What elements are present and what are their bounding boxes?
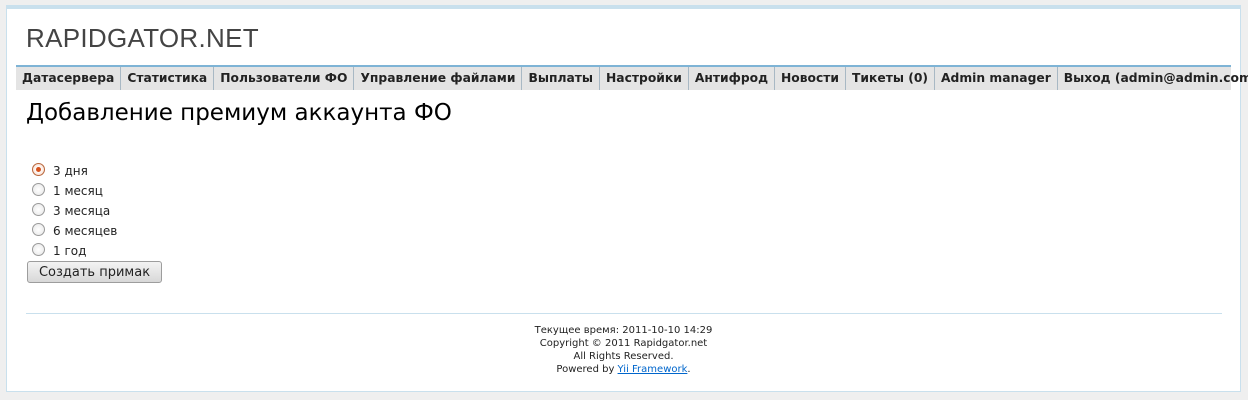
menu-item-dataservers[interactable]: Датасервера <box>16 67 122 90</box>
menu-item-news[interactable]: Новости <box>775 67 847 90</box>
main-menu: Датасервера Статистика Пользователи ФО У… <box>16 67 1248 90</box>
site-logo[interactable]: RAPIDGATOR.NET <box>26 23 259 54</box>
radio-label[interactable]: 3 дня <box>53 164 88 178</box>
radio-button[interactable] <box>32 242 45 256</box>
page-title: Добавление премиум аккаунта ФО <box>26 100 452 126</box>
menu-item-logout[interactable]: Выход (admin@admin.com) <box>1058 67 1248 90</box>
period-radio-group: 3 дня 1 месяц 3 месяца 6 месяцев 1 год <box>32 159 117 259</box>
footer-current-time: Текущее время: 2011-10-10 14:29 <box>534 325 713 336</box>
menu-item-file-management[interactable]: Управление файлами <box>354 67 523 90</box>
radio-label[interactable]: 1 месяц <box>53 184 103 198</box>
footer-copyright: Copyright © 2011 Rapidgator.net <box>539 338 708 349</box>
radio-option-3-months[interactable]: 3 месяца <box>32 199 117 219</box>
menu-item-users[interactable]: Пользователи ФО <box>214 67 355 90</box>
radio-label[interactable]: 1 год <box>53 244 86 258</box>
create-premium-button[interactable]: Создать примак <box>27 261 162 283</box>
menu-item-settings[interactable]: Настройки <box>600 67 689 90</box>
yii-framework-link[interactable]: Yii Framework <box>618 364 688 375</box>
powered-by-prefix: Powered by <box>556 364 618 375</box>
menu-item-tickets[interactable]: Тикеты (0) <box>846 67 936 90</box>
radio-button[interactable] <box>32 202 45 216</box>
footer-rights: All Rights Reserved. <box>573 351 674 362</box>
radio-button[interactable] <box>32 222 45 236</box>
radio-button[interactable] <box>32 182 45 196</box>
page-container: RAPIDGATOR.NET Датасервера Статистика По… <box>6 5 1248 392</box>
footer: Текущее время: 2011-10-10 14:29 Copyrigh… <box>7 324 1240 376</box>
menu-item-statistics[interactable]: Статистика <box>121 67 215 90</box>
radio-label[interactable]: 6 месяцев <box>53 224 117 238</box>
radio-button-checked[interactable] <box>32 162 45 176</box>
radio-option-1-month[interactable]: 1 месяц <box>32 179 117 199</box>
powered-by-suffix: . <box>687 364 691 375</box>
menu-item-payouts[interactable]: Выплаты <box>522 67 601 90</box>
radio-option-6-months[interactable]: 6 месяцев <box>32 219 117 239</box>
menu-item-admin-manager[interactable]: Admin manager <box>935 67 1058 90</box>
radio-option-1-year[interactable]: 1 год <box>32 239 117 259</box>
main-menu-bar: Датасервера Статистика Пользователи ФО У… <box>16 65 1248 90</box>
footer-powered-by: Powered by Yii Framework. <box>7 363 1240 376</box>
radio-option-3-days[interactable]: 3 дня <box>32 159 117 179</box>
radio-label[interactable]: 3 месяца <box>53 204 110 218</box>
footer-divider <box>26 313 1222 314</box>
menu-item-antifraud[interactable]: Антифрод <box>689 67 775 90</box>
